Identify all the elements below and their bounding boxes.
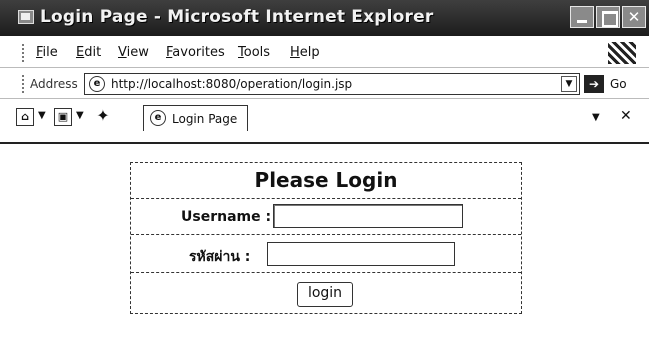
menu-favorites[interactable]: Favorites xyxy=(166,45,225,60)
toolbar-grip[interactable] xyxy=(22,44,24,62)
windows-flag-icon xyxy=(608,42,636,64)
username-row: Username : xyxy=(131,199,521,235)
username-label: Username : xyxy=(181,209,272,225)
username-input[interactable] xyxy=(273,204,463,228)
address-bar: Address e http://localhost:8080/operatio… xyxy=(0,69,649,99)
login-button[interactable]: login xyxy=(297,282,353,307)
title-bar: Login Page - Microsoft Internet Explorer… xyxy=(0,0,649,36)
maximize-button[interactable] xyxy=(596,6,620,28)
chevron-down-icon[interactable]: ▼ xyxy=(76,110,84,121)
chevron-down-icon[interactable]: ▼ xyxy=(38,110,46,121)
toolbar-grip[interactable] xyxy=(22,75,24,93)
page-title: Please Login xyxy=(254,168,398,192)
home-icon[interactable]: ⌂ xyxy=(16,108,34,126)
page-content: Please Login Username : รหัสผ่าน : login xyxy=(0,146,649,346)
tab-bar: ⌂ ▼ ▣ ▼ ✦ e Login Page ▼ ✕ xyxy=(0,100,649,144)
go-arrow-icon[interactable]: ➔ xyxy=(584,75,604,93)
window-title: Login Page - Microsoft Internet Explorer xyxy=(40,7,434,27)
menu-bar: File Edit View Favorites Tools Help xyxy=(0,36,649,68)
menu-edit[interactable]: Edit xyxy=(76,45,101,60)
go-button[interactable]: Go xyxy=(610,77,627,91)
ie-page-icon: e xyxy=(150,110,166,126)
address-url[interactable]: http://localhost:8080/operation/login.js… xyxy=(111,77,352,91)
menu-view[interactable]: View xyxy=(118,45,149,60)
add-favorite-icon[interactable]: ✦ xyxy=(94,108,112,126)
address-label: Address xyxy=(30,77,78,91)
login-form: Please Login Username : รหัสผ่าน : login xyxy=(130,162,522,314)
chevron-down-icon[interactable]: ▼ xyxy=(592,112,600,123)
password-row: รหัสผ่าน : xyxy=(131,235,521,273)
ie-page-icon: e xyxy=(89,76,105,92)
chevron-down-icon[interactable]: ▼ xyxy=(561,76,577,92)
password-input[interactable] xyxy=(267,242,455,266)
button-row: login xyxy=(131,273,521,313)
menu-tools[interactable]: Tools xyxy=(238,45,270,60)
address-input[interactable]: e http://localhost:8080/operation/login.… xyxy=(84,73,580,95)
tab-label: Login Page xyxy=(172,112,238,126)
menu-help[interactable]: Help xyxy=(290,45,320,60)
password-label: รหัสผ่าน : xyxy=(189,249,251,265)
close-icon[interactable]: ✕ xyxy=(620,108,632,124)
menu-file[interactable]: File xyxy=(36,45,58,60)
login-heading-row: Please Login xyxy=(131,163,521,199)
tab-login-page[interactable]: e Login Page xyxy=(143,105,248,131)
minimize-button[interactable] xyxy=(570,6,594,28)
ie-icon xyxy=(18,10,34,24)
favorites-icon[interactable]: ▣ xyxy=(54,108,72,126)
close-button[interactable]: ✕ xyxy=(622,6,646,28)
browser-window: Login Page - Microsoft Internet Explorer… xyxy=(0,0,649,346)
